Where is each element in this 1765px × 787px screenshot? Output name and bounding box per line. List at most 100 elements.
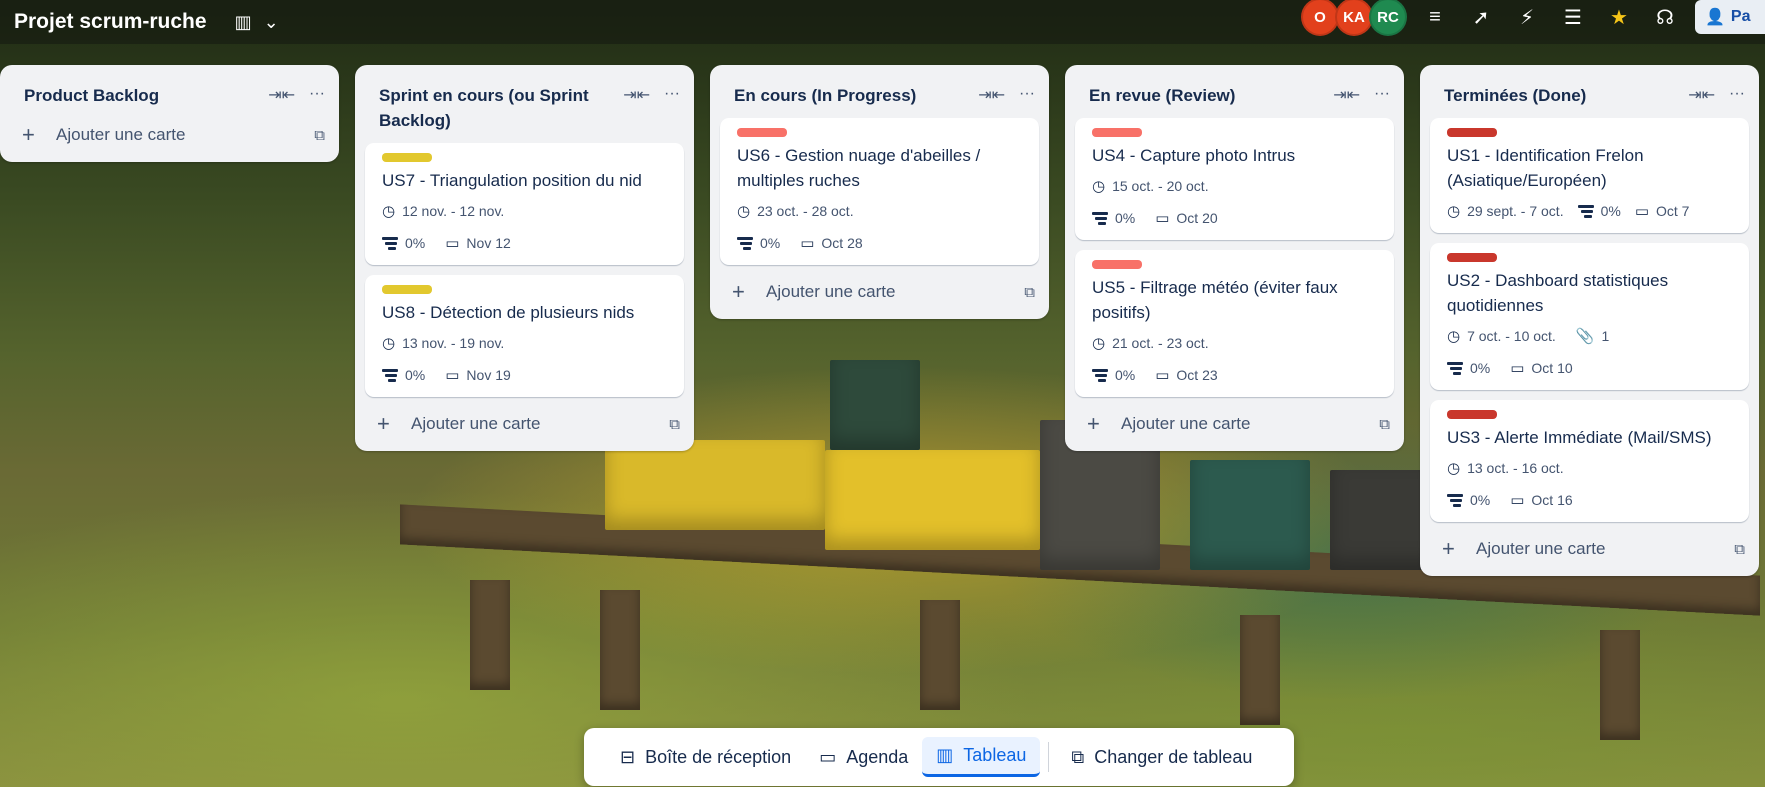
add-card-label: Ajouter une carte — [1476, 539, 1606, 558]
card-template-icon[interactable]: ⧉ — [314, 127, 325, 144]
card-title: US1 - Identification Frelon (Asiatique/E… — [1447, 146, 1644, 190]
plus-icon: + — [377, 411, 390, 436]
star-icon[interactable]: ★ — [1601, 0, 1637, 34]
checklist-icon — [1092, 212, 1108, 225]
checklist-icon — [1092, 369, 1108, 382]
header-actions: O KA RC ≡ ➚ ⚡ ☰ ★ ☊ 👤 Pa — [1301, 0, 1765, 36]
card-template-icon[interactable]: ⧉ — [1379, 416, 1390, 433]
card-template-icon[interactable]: ⧉ — [1024, 284, 1035, 301]
rocket-icon[interactable]: ➚ — [1463, 0, 1499, 34]
avatar[interactable]: RC — [1369, 0, 1407, 36]
checklist-progress: 0% — [760, 235, 781, 251]
card-title: US2 - Dashboard statistiques quotidienne… — [1447, 271, 1669, 315]
card[interactable]: US3 - Alerte Immédiate (Mail/SMS) ◷ 13 oc… — [1430, 400, 1749, 522]
card-title: US8 - Détection de plusieurs nids — [382, 303, 635, 322]
card-title: US6 - Gestion nuage d'abeilles / multipl… — [737, 146, 981, 190]
due-date: Oct 10 — [1531, 360, 1573, 376]
card-template-icon[interactable]: ⧉ — [1734, 541, 1745, 558]
card[interactable]: US5 - Filtrage météo (éviter faux positi… — [1075, 250, 1394, 397]
add-card-button[interactable]: + Ajouter une carte ⧉ — [710, 275, 1049, 319]
share-button[interactable]: 👤 Pa — [1695, 0, 1765, 34]
nav-planner-label: Agenda — [846, 746, 909, 767]
board-view-switcher[interactable]: ▥ ⌄ — [235, 13, 279, 31]
card-dates: 15 oct. - 20 oct. — [1112, 178, 1209, 194]
more-icon[interactable]: ··· — [309, 85, 325, 105]
nav-board[interactable]: ▥ Tableau — [922, 737, 1041, 777]
switch-board-icon: ⧉ — [1071, 746, 1085, 767]
add-card-button[interactable]: + Ajouter une carte ⧉ — [1065, 407, 1404, 451]
add-card-button[interactable]: + Ajouter une carte ⧉ — [355, 407, 694, 451]
due-date: Oct 7 — [1656, 203, 1690, 219]
avatar[interactable]: KA — [1335, 0, 1373, 36]
card[interactable]: US4 - Capture photo Intrus ◷ 15 oct. - 20… — [1075, 118, 1394, 240]
card[interactable]: US1 - Identification Frelon (Asiatique/E… — [1430, 118, 1749, 233]
list-header: En cours (In Progress) ⇥⇤ ··· — [710, 65, 1049, 118]
nav-switch-board[interactable]: ⧉ Changer de tableau — [1057, 737, 1266, 777]
due-date: Oct 20 — [1176, 210, 1218, 226]
card-title: US7 - Triangulation position du nid — [382, 171, 642, 190]
automation-icon[interactable]: ⚡ — [1509, 0, 1545, 34]
card-label — [382, 285, 432, 294]
card-dates: 13 oct. - 16 oct. — [1467, 460, 1564, 476]
share-label: Pa — [1730, 8, 1751, 25]
list-header: Sprint en cours (ou Sprint Backlog) ⇥⇤ ·… — [355, 65, 694, 143]
avatar[interactable]: O — [1301, 0, 1339, 36]
collapse-icon[interactable]: ⇥⇤ — [1688, 85, 1715, 105]
list-in-progress: En cours (In Progress) ⇥⇤ ··· US6 - Gest… — [710, 65, 1049, 319]
list-title[interactable]: Sprint en cours (ou Sprint Backlog) — [379, 83, 623, 133]
card[interactable]: US2 - Dashboard statistiques quotidienne… — [1430, 243, 1749, 390]
collapse-icon[interactable]: ⇥⇤ — [1333, 85, 1360, 105]
nav-inbox[interactable]: ⊟ Boîte de réception — [606, 737, 805, 777]
card[interactable]: US6 - Gestion nuage d'abeilles / multipl… — [720, 118, 1039, 265]
collapse-icon[interactable]: ⇥⇤ — [623, 85, 650, 105]
add-card-button[interactable]: + Ajouter une carte ⧉ — [1420, 532, 1759, 576]
nav-divider — [1048, 742, 1050, 772]
visibility-icon[interactable]: ☊ — [1647, 0, 1683, 34]
more-icon[interactable]: ··· — [664, 85, 680, 105]
card[interactable]: US7 - Triangulation position du nid ◷ 12 … — [365, 143, 684, 265]
card-label — [1092, 128, 1142, 137]
nav-board-label: Tableau — [963, 745, 1027, 765]
board-view-icon: ▥ — [234, 12, 252, 32]
list-title[interactable]: Product Backlog — [24, 83, 268, 108]
checklist-icon — [1577, 205, 1594, 218]
more-icon[interactable]: ··· — [1374, 85, 1390, 105]
checklist-icon — [1447, 494, 1463, 507]
list-title[interactable]: En cours (In Progress) — [734, 83, 978, 108]
add-card-label: Ajouter une carte — [56, 125, 186, 144]
card-label — [1092, 260, 1142, 269]
add-card-button[interactable]: + Ajouter une carte ⧉ — [0, 118, 339, 162]
attachment-icon: 📎 — [1575, 328, 1595, 345]
filter-icon[interactable]: ☰ — [1555, 0, 1591, 34]
clock-icon: ◷ — [382, 203, 396, 220]
due-date: Nov 19 — [466, 367, 511, 383]
clock-icon: ◷ — [382, 335, 396, 352]
card-label — [382, 153, 432, 162]
clock-icon: ◷ — [1092, 178, 1106, 195]
collapse-icon[interactable]: ⇥⇤ — [268, 85, 295, 105]
card-dates: 13 nov. - 19 nov. — [402, 335, 505, 351]
add-user-icon: 👤 — [1705, 9, 1725, 26]
more-icon[interactable]: ··· — [1019, 85, 1035, 105]
card-dates: 29 sept. - 7 oct. — [1467, 203, 1564, 219]
card[interactable]: US8 - Détection de plusieurs nids ◷ 13 no… — [365, 275, 684, 397]
card-label — [737, 128, 787, 137]
nav-planner[interactable]: ▭ Agenda — [805, 737, 922, 777]
more-icon[interactable]: ··· — [1729, 85, 1745, 105]
checklist-icon — [1447, 362, 1463, 375]
calendar-icon: ▭ — [1510, 360, 1525, 377]
card-dates: 23 oct. - 28 oct. — [757, 203, 854, 219]
card-template-icon[interactable]: ⧉ — [669, 416, 680, 433]
board-title[interactable]: Projet scrum-ruche — [14, 10, 207, 34]
powerups-icon[interactable]: ≡ — [1417, 0, 1453, 34]
list-title[interactable]: Terminées (Done) — [1444, 83, 1688, 108]
due-date: Oct 16 — [1531, 492, 1573, 508]
checklist-progress: 0% — [1115, 210, 1136, 226]
card-label — [1447, 410, 1497, 419]
list-review: En revue (Review) ⇥⇤ ··· US4 - Capture p… — [1065, 65, 1404, 451]
plus-icon: + — [1087, 411, 1100, 436]
collapse-icon[interactable]: ⇥⇤ — [978, 85, 1005, 105]
nav-switch-label: Changer de tableau — [1094, 746, 1253, 767]
list-title[interactable]: En revue (Review) — [1089, 83, 1333, 108]
nav-inbox-label: Boîte de réception — [645, 746, 792, 767]
